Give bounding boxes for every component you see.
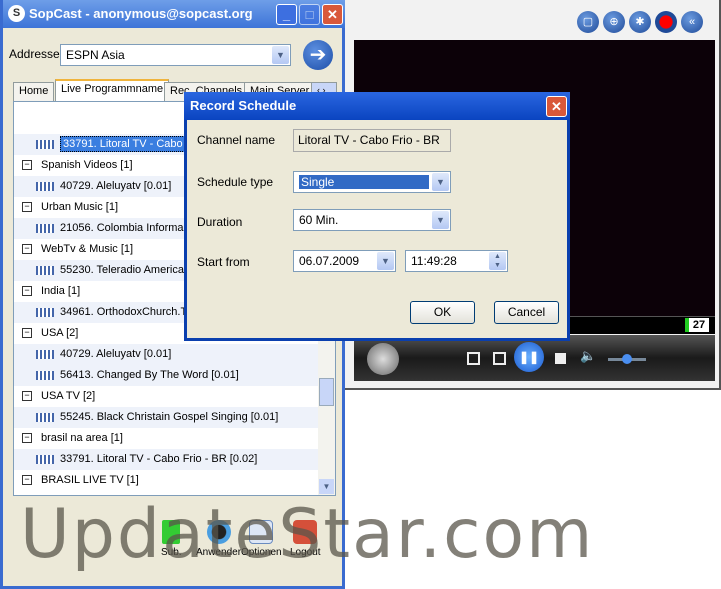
duration-value: 60 Min. [299, 213, 339, 227]
start-date-value: 06.07.2009 [299, 254, 360, 268]
collapse-icon[interactable]: − [22, 328, 32, 338]
schedule-type-select[interactable]: Single ▼ [293, 171, 451, 193]
spinner-arrows-icon[interactable]: ▲ ▼ [489, 252, 506, 270]
row-label: 33791. Litoral TV - Cabo Frio - BR [0.02… [60, 453, 258, 465]
collapse-icon[interactable]: − [22, 244, 32, 254]
dialog-title: Record Schedule [190, 98, 297, 113]
collapse-icon[interactable]: − [22, 391, 32, 401]
collapse-icon[interactable]: − [22, 475, 32, 485]
window-title: SopCast - anonymous@sopcast.org [29, 6, 253, 21]
row-label: 55245. Black Christain Gospel Singing [0… [60, 411, 279, 423]
fullscreen-icon[interactable]: ▢ [577, 11, 599, 33]
minimize-button[interactable]: _ [276, 4, 297, 25]
external-icon[interactable] [493, 352, 506, 365]
watermark: UpdateStar.com [20, 495, 595, 574]
group-row[interactable]: − USA TV [2] [14, 386, 319, 407]
volume-slider[interactable] [608, 354, 646, 364]
start-time-value: 11:49:28 [411, 254, 457, 268]
dialog-close-button[interactable]: ✕ [546, 96, 567, 117]
cancel-button[interactable]: Cancel [494, 301, 559, 324]
collapse-icon[interactable]: − [22, 286, 32, 296]
close-button[interactable]: ✕ [322, 4, 343, 25]
signal-bars-icon [36, 455, 54, 464]
row-label: Urban Music [1] [41, 201, 119, 213]
zoom-icon[interactable]: ⊕ [603, 11, 625, 33]
signal-bars-icon [36, 182, 54, 191]
collapse-icon[interactable]: − [22, 202, 32, 212]
chevron-down-icon[interactable]: ▼ [377, 252, 394, 270]
record-icon[interactable] [655, 11, 677, 33]
chevron-down-icon[interactable]: ▼ [272, 46, 289, 64]
channel-row[interactable]: 56413. Changed By The Word [0.01] [14, 365, 319, 386]
mini-mode-icon[interactable] [467, 352, 480, 365]
row-label: USA TV [2] [41, 390, 96, 402]
tab-live-programmname[interactable]: Live Programmname [55, 79, 170, 102]
control-bar: ❚❚ 🔈 [354, 335, 715, 381]
start-from-label: Start from [197, 255, 250, 269]
row-label: WebTv & Music [1] [41, 243, 134, 255]
row-label: BRASIL LIVE TV [1] [41, 474, 139, 486]
signal-bars-icon [36, 266, 54, 275]
start-time-spinner[interactable]: 11:49:28 ▲ ▼ [405, 250, 508, 272]
row-label: 55230. Teleradio America [60, 264, 184, 276]
row-label: Spanish Videos [1] [41, 159, 133, 171]
signal-bars-icon [36, 371, 54, 380]
buffer-counter: 27 [685, 318, 709, 332]
maximize-button[interactable]: □ [299, 4, 320, 25]
tab-home[interactable]: Home [13, 82, 55, 101]
row-label: 34961. OrthodoxChurch.TV [60, 306, 195, 318]
dialog-title-bar: Record Schedule ✕ [184, 92, 570, 120]
volume-thumb[interactable] [622, 354, 632, 364]
collapse-icon[interactable]: « [681, 11, 703, 33]
record-schedule-dialog: Record Schedule ✕ Channel name Litoral TV… [184, 92, 570, 341]
row-label: 21056. Colombia Informa TV [60, 222, 201, 234]
snapshot-icon[interactable]: ✱ [629, 11, 651, 33]
channel-name-label: Channel name [197, 133, 276, 147]
row-label: brasil na area [1] [41, 432, 123, 444]
collapse-icon[interactable]: − [22, 160, 32, 170]
signal-bars-icon [36, 413, 54, 422]
channel-name-field: Litoral TV - Cabo Frio - BR [293, 129, 451, 152]
signal-bars-icon [36, 140, 54, 149]
title-bar: S SopCast - anonymous@sopcast.org _ □ ✕ [3, 0, 348, 28]
row-label: USA [2] [41, 327, 79, 339]
address-combo[interactable]: ESPN Asia ▼ [60, 44, 291, 66]
pause-button[interactable]: ❚❚ [514, 342, 544, 372]
schedule-type-value: Single [299, 175, 429, 189]
scroll-thumb[interactable] [319, 378, 334, 406]
row-label: 40729. Aleluyatv [0.01] [60, 348, 172, 360]
signal-bars-icon [36, 224, 54, 233]
signal-bars-icon [36, 308, 54, 317]
scroll-down-icon[interactable]: ▼ [319, 479, 334, 494]
chevron-down-icon[interactable]: ▼ [432, 173, 449, 191]
volume-icon[interactable]: 🔈 [580, 348, 596, 364]
row-label: 56413. Changed By The Word [0.01] [60, 369, 239, 381]
group-row[interactable]: − brasil na area [1] [14, 428, 319, 449]
go-arrow-button[interactable]: ➔ [303, 40, 333, 70]
row-label: 40729. Aleluyatv [0.01] [60, 180, 172, 192]
address-value: ESPN Asia [66, 48, 125, 62]
signal-bars-icon [36, 350, 54, 359]
stop-button[interactable] [555, 353, 566, 364]
ok-button[interactable]: OK [410, 301, 475, 324]
duration-select[interactable]: 60 Min. ▼ [293, 209, 451, 231]
start-date-picker[interactable]: 06.07.2009 ▼ [293, 250, 396, 272]
channel-row[interactable]: 55245. Black Christain Gospel Singing [0… [14, 407, 319, 428]
sopcast-logo-icon [367, 343, 399, 375]
row-label: India [1] [41, 285, 81, 297]
group-row[interactable]: − BRASIL LIVE TV [1] [14, 470, 319, 491]
address-label: Addresse [9, 47, 60, 61]
sopcast-logo-icon: S [8, 5, 25, 22]
duration-label: Duration [197, 215, 243, 229]
channel-row[interactable]: 40729. Aleluyatv [0.01] [14, 344, 319, 365]
channel-row[interactable]: 33791. Litoral TV - Cabo Frio - BR [0.02… [14, 449, 319, 470]
schedule-type-label: Schedule type [197, 175, 274, 189]
collapse-icon[interactable]: − [22, 433, 32, 443]
chevron-down-icon[interactable]: ▼ [432, 211, 449, 229]
